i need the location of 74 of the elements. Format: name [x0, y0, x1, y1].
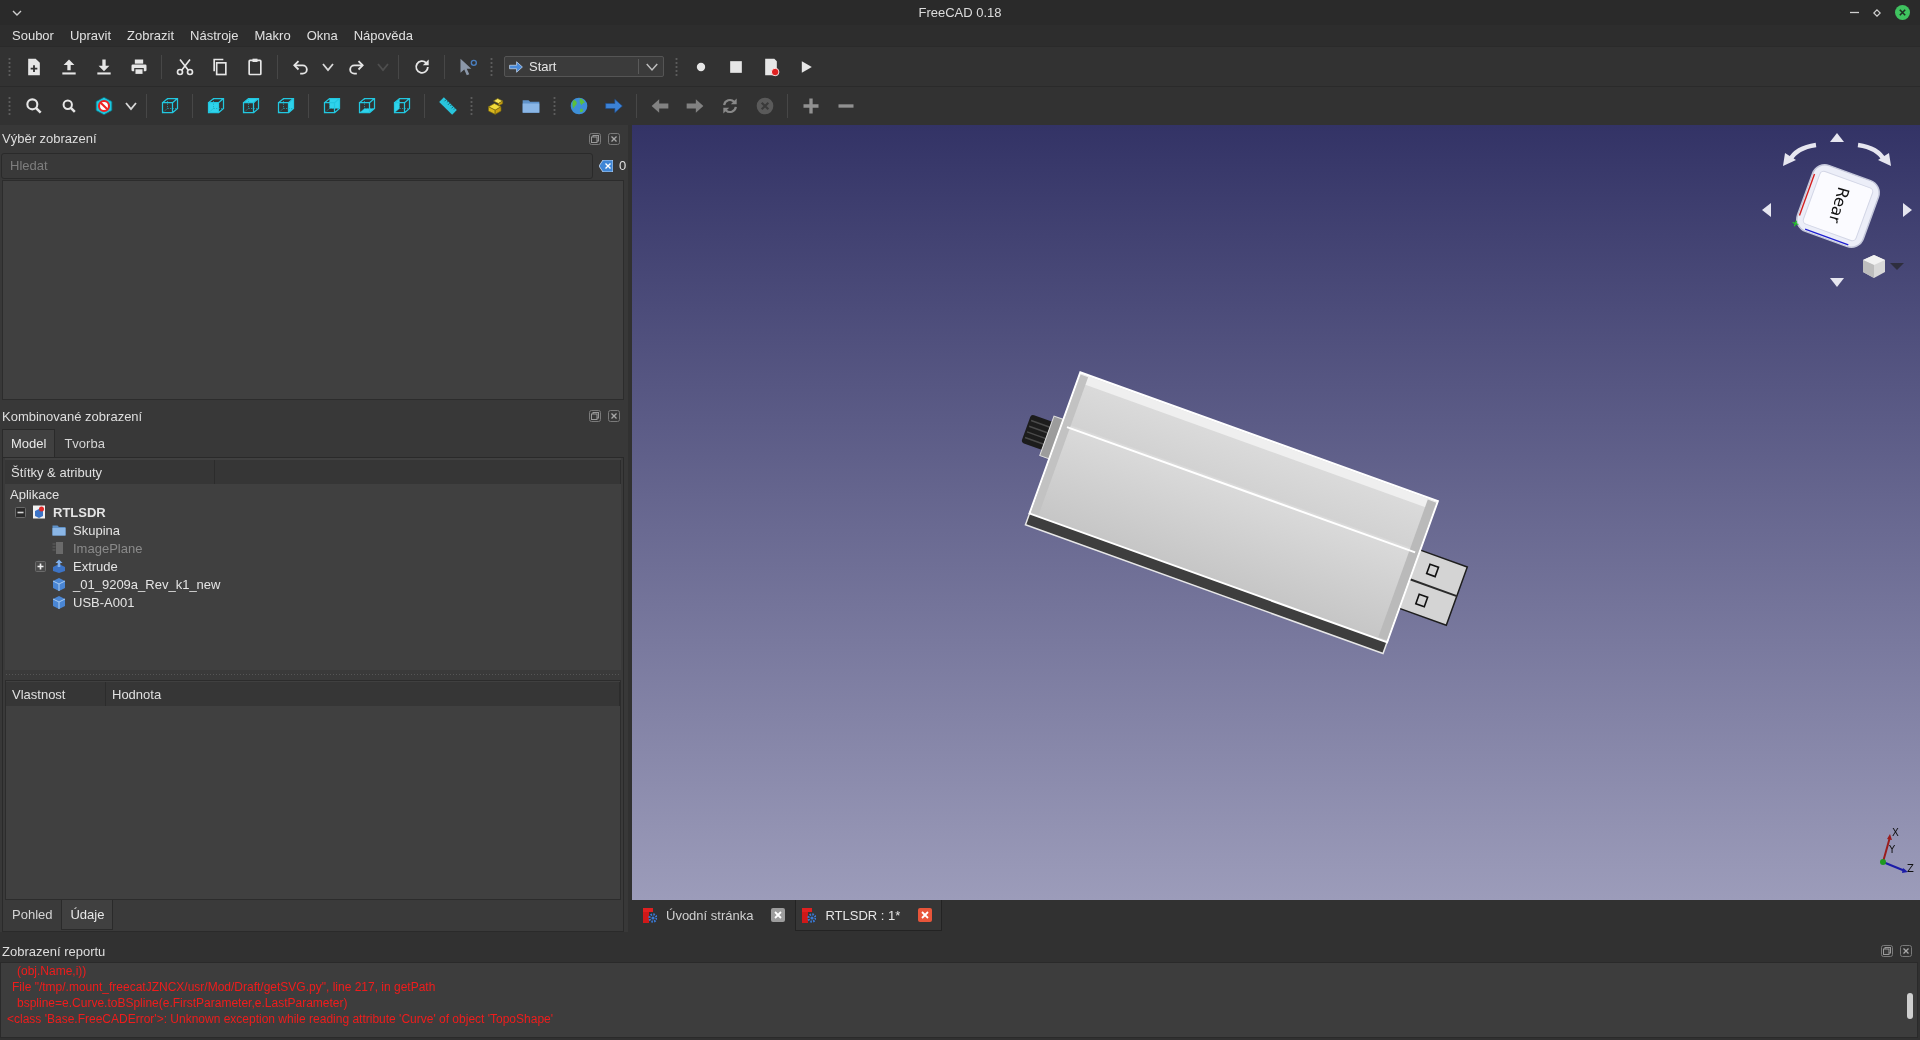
tree-item[interactable]: Extrude — [73, 558, 118, 574]
report-line: (obj.Name,i)) — [16, 963, 87, 979]
document-tab[interactable]: RTLSDR : 1* — [795, 900, 943, 931]
arrow-up-icon[interactable] — [1830, 133, 1844, 142]
search-field[interactable]: Hledat — [1, 152, 593, 179]
rotate-left-icon[interactable] — [1783, 142, 1817, 166]
axis-label: X — [1892, 828, 1899, 838]
backspace-icon[interactable] — [599, 159, 613, 172]
gear-logo-icon — [643, 907, 657, 923]
report-line: File "/tmp/.mount_freecatJZNCX/usr/Mod/Draft/getSVG.py", line 217, in getPath — [11, 979, 436, 995]
scissors-icon[interactable] — [174, 56, 195, 77]
cube-top-icon[interactable] — [240, 96, 261, 116]
menu-item[interactable]: Nástroje — [182, 26, 247, 45]
close-icon[interactable] — [918, 908, 933, 922]
report-line: bspline=e.Curve.toBSpline(e.FirstParameter,e.LastParameter) — [16, 995, 348, 1011]
cube-front-icon[interactable] — [205, 96, 226, 116]
cube-right-icon[interactable] — [275, 96, 296, 116]
tree-item[interactable]: _01_9209a_Rev_k1_new — [73, 576, 221, 592]
gear-logo-icon — [802, 907, 817, 923]
cube-face-label: Rear — [1824, 184, 1854, 226]
tree-item[interactable]: USB-A001 — [73, 594, 135, 610]
cube-left-icon[interactable] — [391, 96, 412, 116]
arrow-right-icon[interactable] — [1903, 203, 1912, 217]
dock-title: Kombinované zobrazení — [2, 408, 143, 424]
arrow-down-icon[interactable] — [1830, 278, 1844, 287]
column-header[interactable]: Vlastnost — [6, 682, 106, 706]
menu-item[interactable]: Nápověda — [345, 26, 421, 45]
panel-tab[interactable]: Model — [2, 429, 56, 457]
chevron-down-icon[interactable] — [12, 9, 22, 16]
scrollbar-thumb[interactable] — [1907, 993, 1913, 1019]
panel-tab[interactable]: Údaje — [61, 900, 114, 930]
overlapping-squares-icon[interactable] — [589, 132, 601, 145]
cube-bottom-icon[interactable] — [356, 96, 377, 116]
menu-item[interactable]: Okna — [298, 26, 346, 45]
dock-title: Zobrazení reportu — [2, 943, 106, 959]
overlapping-squares-icon[interactable] — [589, 410, 601, 422]
report-line: <class 'Base.FreeCADError'>: Unknown exception while reading attribute 'Curve' of object 'TopoShape' — [6, 1011, 554, 1027]
globe-icon[interactable] — [568, 96, 589, 116]
menu-item[interactable]: Makro — [246, 26, 299, 45]
minus-box-icon[interactable] — [15, 506, 26, 518]
menu-item[interactable]: Soubor — [4, 26, 62, 45]
panel-tab[interactable]: Pohled — [3, 900, 62, 930]
close-icon[interactable] — [1895, 5, 1910, 20]
cube-rear-icon[interactable] — [321, 96, 342, 116]
tree-root-label: Aplikace — [9, 485, 60, 503]
magnifier-icon[interactable] — [23, 96, 44, 116]
blocks-icon[interactable] — [485, 96, 506, 116]
arrow-right-icon — [509, 60, 523, 73]
small-cube-icon[interactable] — [1863, 255, 1885, 278]
selection-count: 0 — [619, 158, 627, 173]
arrow-right-icon[interactable] — [603, 96, 624, 116]
plus-box-icon[interactable] — [35, 560, 46, 572]
panel-tab[interactable]: Tvorba — [55, 429, 114, 457]
dock-title: Výběr zobrazení — [2, 131, 97, 146]
no-sign-hexagon-icon[interactable] — [93, 96, 114, 116]
close-icon[interactable] — [771, 908, 786, 922]
tree-item[interactable]: RTLSDR — [53, 504, 106, 520]
menu-item[interactable]: Upravit — [61, 26, 120, 45]
axis-label: Y — [1889, 845, 1896, 855]
workbench-select[interactable]: Start — [504, 56, 664, 77]
column-header[interactable]: Hodnota — [106, 682, 620, 706]
arrow-left-icon[interactable] — [1762, 203, 1771, 217]
window-title: FreeCAD 0.18 — [918, 5, 1002, 20]
axis-label: Z — [1907, 864, 1914, 874]
menu-item[interactable]: Zobrazit — [119, 26, 183, 45]
rotate-right-icon[interactable] — [1857, 142, 1891, 166]
caret-icon[interactable] — [125, 100, 137, 112]
cube-icon[interactable] — [159, 96, 180, 116]
tree-item[interactable]: Skupina — [73, 522, 120, 538]
minimize-icon[interactable] — [1850, 11, 1859, 14]
document-tab[interactable]: Úvodní stránka — [636, 900, 796, 931]
close-icon[interactable] — [1900, 945, 1912, 957]
overlapping-squares-icon[interactable] — [1881, 945, 1893, 957]
maximize-icon[interactable] — [1873, 8, 1881, 17]
